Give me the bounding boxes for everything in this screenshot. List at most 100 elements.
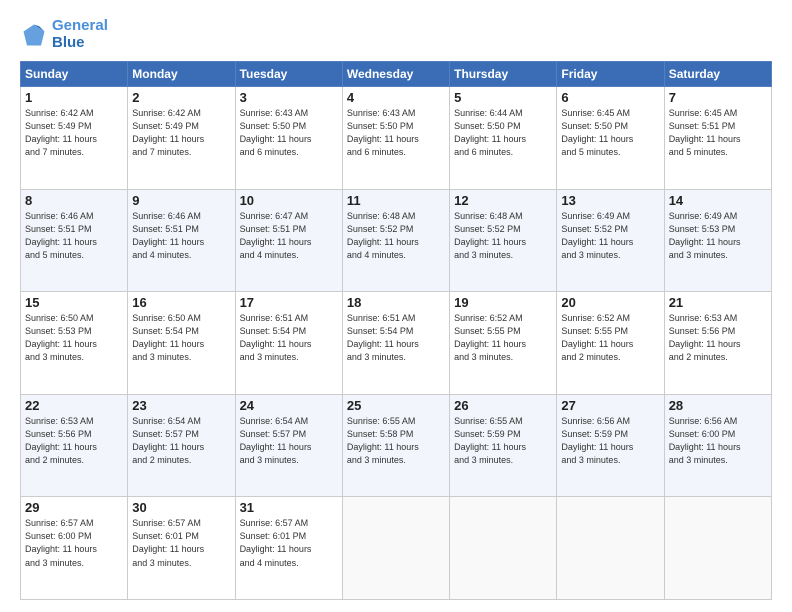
calendar-cell: 20 Sunrise: 6:52 AM Sunset: 5:55 PM Dayli… <box>557 292 664 395</box>
day-info: Sunrise: 6:55 AM Sunset: 5:59 PM Dayligh… <box>454 415 552 467</box>
day-info: Sunrise: 6:56 AM Sunset: 6:00 PM Dayligh… <box>669 415 767 467</box>
calendar-cell: 5 Sunrise: 6:44 AM Sunset: 5:50 PM Daylig… <box>450 87 557 190</box>
day-info: Sunrise: 6:49 AM Sunset: 5:52 PM Dayligh… <box>561 210 659 262</box>
calendar-cell: 3Sunrise: 6:43 AM Sunset: 5:50 PM Daylig… <box>235 87 342 190</box>
day-info: Sunrise: 6:46 AM Sunset: 5:51 PM Dayligh… <box>132 210 230 262</box>
day-number: 7 <box>669 90 767 105</box>
day-number: 3 <box>240 90 338 105</box>
day-number: 17 <box>240 295 338 310</box>
day-info: Sunrise: 6:44 AM Sunset: 5:50 PM Dayligh… <box>454 107 552 159</box>
calendar-cell: 11Sunrise: 6:48 AM Sunset: 5:52 PM Dayli… <box>342 189 449 292</box>
calendar-cell: 15 Sunrise: 6:50 AM Sunset: 5:53 PM Dayli… <box>21 292 128 395</box>
calendar-cell: 1 Sunrise: 6:42 AM Sunset: 5:49 PM Daylig… <box>21 87 128 190</box>
calendar-table: SundayMondayTuesdayWednesdayThursdayFrid… <box>20 61 772 600</box>
day-info: Sunrise: 6:45 AM Sunset: 5:50 PM Dayligh… <box>561 107 659 159</box>
calendar-header-row: SundayMondayTuesdayWednesdayThursdayFrid… <box>21 62 772 87</box>
day-info: Sunrise: 6:49 AM Sunset: 5:53 PM Dayligh… <box>669 210 767 262</box>
day-number: 11 <box>347 193 445 208</box>
day-number: 16 <box>132 295 230 310</box>
day-number: 28 <box>669 398 767 413</box>
calendar-cell: 6 Sunrise: 6:45 AM Sunset: 5:50 PM Daylig… <box>557 87 664 190</box>
day-number: 29 <box>25 500 123 515</box>
day-number: 12 <box>454 193 552 208</box>
calendar-cell: 25Sunrise: 6:55 AM Sunset: 5:58 PM Dayli… <box>342 394 449 497</box>
day-info: Sunrise: 6:56 AM Sunset: 5:59 PM Dayligh… <box>561 415 659 467</box>
calendar-day-header: Monday <box>128 62 235 87</box>
calendar-cell: 27Sunrise: 6:56 AM Sunset: 5:59 PM Dayli… <box>557 394 664 497</box>
calendar-week-row: 8 Sunrise: 6:46 AM Sunset: 5:51 PM Daylig… <box>21 189 772 292</box>
page: General Blue SundayMondayTuesdayWednesda… <box>0 0 792 612</box>
day-number: 8 <box>25 193 123 208</box>
day-info: Sunrise: 6:42 AM Sunset: 5:49 PM Dayligh… <box>132 107 230 159</box>
calendar-cell <box>557 497 664 600</box>
calendar-cell: 16 Sunrise: 6:50 AM Sunset: 5:54 PM Dayli… <box>128 292 235 395</box>
calendar-day-header: Wednesday <box>342 62 449 87</box>
day-number: 9 <box>132 193 230 208</box>
calendar-cell: 31 Sunrise: 6:57 AM Sunset: 6:01 PM Dayli… <box>235 497 342 600</box>
calendar-cell: 8 Sunrise: 6:46 AM Sunset: 5:51 PM Daylig… <box>21 189 128 292</box>
calendar-cell: 17 Sunrise: 6:51 AM Sunset: 5:54 PM Dayli… <box>235 292 342 395</box>
calendar-cell: 26 Sunrise: 6:55 AM Sunset: 5:59 PM Dayli… <box>450 394 557 497</box>
logo-text: General Blue <box>52 18 108 51</box>
day-number: 23 <box>132 398 230 413</box>
day-number: 4 <box>347 90 445 105</box>
day-info: Sunrise: 6:52 AM Sunset: 5:55 PM Dayligh… <box>561 312 659 364</box>
calendar-cell: 23Sunrise: 6:54 AM Sunset: 5:57 PM Dayli… <box>128 394 235 497</box>
day-number: 20 <box>561 295 659 310</box>
logo: General Blue <box>20 18 108 51</box>
calendar-week-row: 22 Sunrise: 6:53 AM Sunset: 5:56 PM Dayli… <box>21 394 772 497</box>
day-number: 21 <box>669 295 767 310</box>
day-number: 5 <box>454 90 552 105</box>
calendar-week-row: 15 Sunrise: 6:50 AM Sunset: 5:53 PM Dayli… <box>21 292 772 395</box>
calendar-cell <box>450 497 557 600</box>
day-info: Sunrise: 6:51 AM Sunset: 5:54 PM Dayligh… <box>347 312 445 364</box>
day-info: Sunrise: 6:50 AM Sunset: 5:53 PM Dayligh… <box>25 312 123 364</box>
day-number: 31 <box>240 500 338 515</box>
calendar-week-row: 1 Sunrise: 6:42 AM Sunset: 5:49 PM Daylig… <box>21 87 772 190</box>
calendar-week-row: 29 Sunrise: 6:57 AM Sunset: 6:00 PM Dayli… <box>21 497 772 600</box>
day-number: 10 <box>240 193 338 208</box>
day-info: Sunrise: 6:53 AM Sunset: 5:56 PM Dayligh… <box>669 312 767 364</box>
day-number: 30 <box>132 500 230 515</box>
calendar-cell: 19 Sunrise: 6:52 AM Sunset: 5:55 PM Dayli… <box>450 292 557 395</box>
day-number: 24 <box>240 398 338 413</box>
day-number: 15 <box>25 295 123 310</box>
day-info: Sunrise: 6:50 AM Sunset: 5:54 PM Dayligh… <box>132 312 230 364</box>
calendar-cell: 21 Sunrise: 6:53 AM Sunset: 5:56 PM Dayli… <box>664 292 771 395</box>
day-number: 13 <box>561 193 659 208</box>
day-info: Sunrise: 6:52 AM Sunset: 5:55 PM Dayligh… <box>454 312 552 364</box>
calendar-cell <box>664 497 771 600</box>
day-info: Sunrise: 6:46 AM Sunset: 5:51 PM Dayligh… <box>25 210 123 262</box>
calendar-cell: 2 Sunrise: 6:42 AM Sunset: 5:49 PM Daylig… <box>128 87 235 190</box>
calendar-cell: 10Sunrise: 6:47 AM Sunset: 5:51 PM Dayli… <box>235 189 342 292</box>
day-info: Sunrise: 6:51 AM Sunset: 5:54 PM Dayligh… <box>240 312 338 364</box>
day-number: 6 <box>561 90 659 105</box>
calendar-cell: 29 Sunrise: 6:57 AM Sunset: 6:00 PM Dayli… <box>21 497 128 600</box>
day-info: Sunrise: 6:45 AM Sunset: 5:51 PM Dayligh… <box>669 107 767 159</box>
day-number: 2 <box>132 90 230 105</box>
calendar-cell: 24Sunrise: 6:54 AM Sunset: 5:57 PM Dayli… <box>235 394 342 497</box>
calendar-day-header: Tuesday <box>235 62 342 87</box>
calendar-cell: 13 Sunrise: 6:49 AM Sunset: 5:52 PM Dayli… <box>557 189 664 292</box>
calendar-cell: 22 Sunrise: 6:53 AM Sunset: 5:56 PM Dayli… <box>21 394 128 497</box>
day-info: Sunrise: 6:57 AM Sunset: 6:01 PM Dayligh… <box>240 517 338 569</box>
calendar-day-header: Friday <box>557 62 664 87</box>
day-info: Sunrise: 6:48 AM Sunset: 5:52 PM Dayligh… <box>454 210 552 262</box>
day-number: 1 <box>25 90 123 105</box>
day-number: 26 <box>454 398 552 413</box>
day-number: 14 <box>669 193 767 208</box>
day-number: 19 <box>454 295 552 310</box>
calendar-cell: 4Sunrise: 6:43 AM Sunset: 5:50 PM Daylig… <box>342 87 449 190</box>
calendar-day-header: Saturday <box>664 62 771 87</box>
calendar-cell: 30 Sunrise: 6:57 AM Sunset: 6:01 PM Dayli… <box>128 497 235 600</box>
calendar-day-header: Thursday <box>450 62 557 87</box>
day-info: Sunrise: 6:57 AM Sunset: 6:01 PM Dayligh… <box>132 517 230 569</box>
calendar-cell <box>342 497 449 600</box>
calendar-cell: 12 Sunrise: 6:48 AM Sunset: 5:52 PM Dayli… <box>450 189 557 292</box>
day-number: 22 <box>25 398 123 413</box>
day-info: Sunrise: 6:57 AM Sunset: 6:00 PM Dayligh… <box>25 517 123 569</box>
calendar-day-header: Sunday <box>21 62 128 87</box>
day-info: Sunrise: 6:42 AM Sunset: 5:49 PM Dayligh… <box>25 107 123 159</box>
calendar-cell: 18Sunrise: 6:51 AM Sunset: 5:54 PM Dayli… <box>342 292 449 395</box>
day-info: Sunrise: 6:53 AM Sunset: 5:56 PM Dayligh… <box>25 415 123 467</box>
